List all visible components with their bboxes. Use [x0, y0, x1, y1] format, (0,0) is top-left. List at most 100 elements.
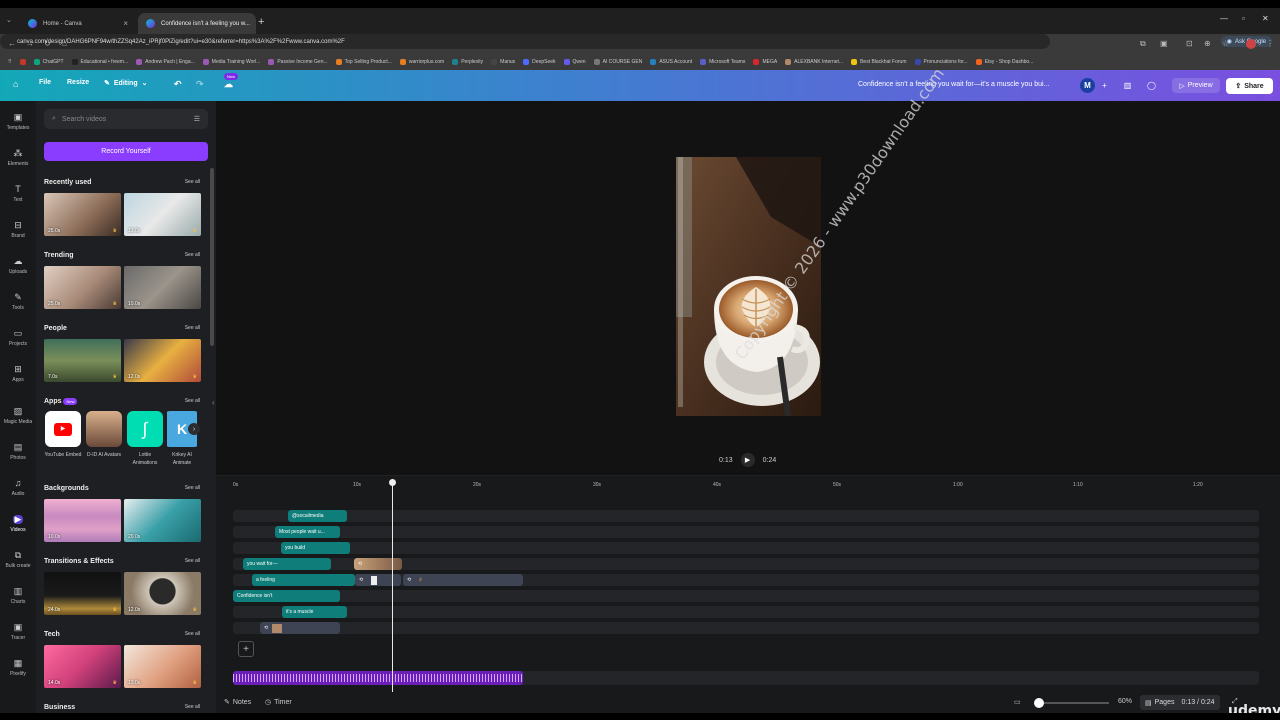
tab-design[interactable]: Confidence isn't a feeling you w... × [138, 13, 256, 34]
notes-button[interactable]: ✎ Notes [224, 698, 251, 707]
video-thumbnail[interactable]: 25.0s ♛ [44, 193, 121, 236]
bookmark-item[interactable]: DeepSeek [523, 59, 556, 65]
apps-grid-icon[interactable]: ⠿ [8, 59, 12, 65]
search-input[interactable]: ⌕ Search videos ☰ [44, 109, 208, 129]
back-icon[interactable]: ← [8, 39, 16, 48]
text-clip[interactable]: you build [281, 542, 350, 554]
bookmark-item[interactable]: Andrew Pach | Enga... [136, 59, 195, 65]
screenshot-icon[interactable]: ▣ [1160, 39, 1168, 48]
see-all-link[interactable]: See all [185, 179, 200, 186]
file-menu-button[interactable]: File [39, 79, 51, 86]
add-collaborator-icon[interactable]: + [1097, 78, 1112, 93]
rail-item-uploads[interactable]: ☁ Uploads [0, 257, 36, 276]
rail-item-projects[interactable]: ▭ Projects [0, 329, 36, 348]
filter-icon[interactable]: ☰ [194, 115, 200, 123]
video-thumbnail[interactable]: 14.0s ♛ [44, 645, 121, 688]
playhead[interactable] [389, 479, 396, 695]
bookmark-item[interactable]: Manus [491, 59, 515, 65]
rail-item-pixelify[interactable]: ▦ Pixelify [0, 659, 36, 678]
rail-item-videos[interactable]: ▶ Videos [0, 515, 36, 534]
bookmark-item[interactable]: Pronunciations for... [914, 59, 968, 65]
video-thumbnail[interactable]: 25.0s ♛ [44, 266, 121, 309]
bookmark-star-icon[interactable]: ☆ [1222, 39, 1229, 48]
text-clip[interactable]: you wait for— [243, 558, 331, 570]
see-all-link[interactable]: See all [185, 704, 200, 711]
video-thumbnail[interactable]: 12.0s ♛ [124, 572, 201, 615]
rail-item-bulk-create[interactable]: ⧉ Bulk create [0, 551, 36, 570]
bookmark-item[interactable]: Educational • freem... [71, 59, 128, 65]
tracking-icon[interactable]: ⊕ [1204, 39, 1211, 48]
bookmark-item[interactable]: Qwen [563, 59, 586, 65]
see-all-link[interactable]: See all [185, 558, 200, 565]
record-yourself-button[interactable]: Record Yourself [44, 142, 208, 161]
video-clip[interactable]: ⟲ [260, 622, 340, 634]
close-window-icon[interactable]: ✕ [1262, 14, 1269, 23]
video-thumbnail[interactable]: 20.0s [124, 499, 201, 542]
forward-icon[interactable]: → [26, 39, 34, 48]
app-card-d-id-avatars[interactable]: D-ID AI Avatars [85, 411, 123, 459]
see-all-link[interactable]: See all [185, 325, 200, 332]
audio-clip[interactable] [233, 671, 523, 685]
text-clip[interactable]: Confidence isn't [233, 590, 340, 602]
video-clip[interactable]: ⟲ [354, 558, 402, 570]
see-all-link[interactable]: See all [185, 631, 200, 638]
bookmark-item[interactable]: MEGA [753, 59, 777, 65]
collapse-panel-icon[interactable]: ‹ [212, 398, 215, 407]
bookmark-item[interactable]: ASUS Account [650, 59, 692, 65]
timer-button[interactable]: ◷ Timer [265, 698, 292, 707]
cloud-sync-icon[interactable]: ☁ [224, 79, 233, 90]
rail-item-magic-media[interactable]: ▨ Magic Media [0, 407, 36, 426]
bookmark-item[interactable]: AI COURSE GEN [593, 59, 642, 65]
chevron-right-icon[interactable]: › [188, 423, 200, 435]
minimize-icon[interactable]: — [1220, 14, 1228, 23]
text-clip[interactable]: @socailmedia [288, 510, 347, 522]
extensions-icon[interactable]: ⧉ [1140, 39, 1146, 49]
share-button[interactable]: ⇪ Share [1226, 78, 1273, 94]
bookmark-item[interactable]: Best Blackhat Forum [851, 59, 907, 65]
preview-button[interactable]: ▷ Preview [1172, 78, 1220, 93]
rail-item-photos[interactable]: ▤ Photos [0, 443, 36, 462]
user-avatar[interactable]: M [1080, 78, 1095, 93]
resize-button[interactable]: Resize [67, 79, 89, 86]
rail-item-elements[interactable]: ⁂ Elements [0, 149, 36, 168]
see-all-link[interactable]: See all [185, 252, 200, 259]
bookmark-item[interactable]: ChatGPT [33, 59, 64, 65]
home-icon[interactable]: ⌂ [62, 39, 67, 48]
undo-icon[interactable]: ↶ [174, 79, 182, 90]
app-card-lottie[interactable]: ∫ Lottie Animations [126, 411, 164, 467]
video-thumbnail[interactable]: 7.0s ♛ [44, 339, 121, 382]
new-tab-icon[interactable]: + [258, 16, 264, 28]
rail-item-templates[interactable]: ▣ Templates [0, 113, 36, 132]
video-thumbnail[interactable]: 12.0s ♛ [124, 339, 201, 382]
video-thumbnail[interactable]: 10.0s [44, 499, 121, 542]
rail-item-text[interactable]: T Text [0, 185, 36, 204]
video-thumbnail[interactable]: 13.0s ♛ [124, 193, 201, 236]
rail-item-charts[interactable]: ▥ Charts [0, 587, 36, 606]
video-thumbnail[interactable]: 13.0s ♛ [124, 645, 201, 688]
bookmark-item[interactable]: warriorplus.com [399, 59, 444, 65]
rail-item-tools[interactable]: ✎ Tools [0, 293, 36, 312]
comment-icon[interactable]: ◯ [1144, 78, 1159, 93]
zoom-slider-handle[interactable] [1034, 698, 1044, 708]
maximize-icon[interactable]: ▫ [1242, 14, 1245, 23]
bookmark-item[interactable] [19, 59, 26, 65]
profile-avatar[interactable] [1246, 39, 1256, 49]
rail-item-audio[interactable]: ♫ Audio [0, 479, 36, 498]
bookmark-item[interactable]: Microsoft Teams [700, 59, 745, 65]
app-card-youtube-embed[interactable]: ▶ YouTube Embed [44, 411, 82, 459]
document-title[interactable]: Confidence isn't a feeling you wait for—… [858, 81, 1049, 88]
bookmark-item[interactable]: Perplexity [452, 59, 483, 65]
close-tab-icon[interactable]: × [123, 19, 128, 28]
video-clip[interactable]: ⟲ [355, 574, 401, 586]
zoom-level[interactable]: 60% [1118, 698, 1132, 705]
video-thumbnail[interactable]: 24.0s ♛ [44, 572, 121, 615]
grid-view-icon[interactable]: ▭ [1014, 698, 1021, 706]
see-all-link[interactable]: See all [185, 398, 200, 405]
redo-icon[interactable]: ↷ [196, 79, 204, 90]
rail-item-tracer[interactable]: ▣ Tracer [0, 623, 36, 642]
text-clip[interactable]: it's a muscle [282, 606, 347, 618]
address-bar[interactable]: canva.com/design/DAHG6PNF94w/thZZSq42Az_… [0, 34, 1272, 49]
rail-item-apps[interactable]: ⊞ Apps [0, 365, 36, 384]
editing-mode-button[interactable]: ✎ Editing ⌄ [104, 79, 147, 88]
bookmark-item[interactable]: Media Training Worl... [202, 59, 260, 65]
